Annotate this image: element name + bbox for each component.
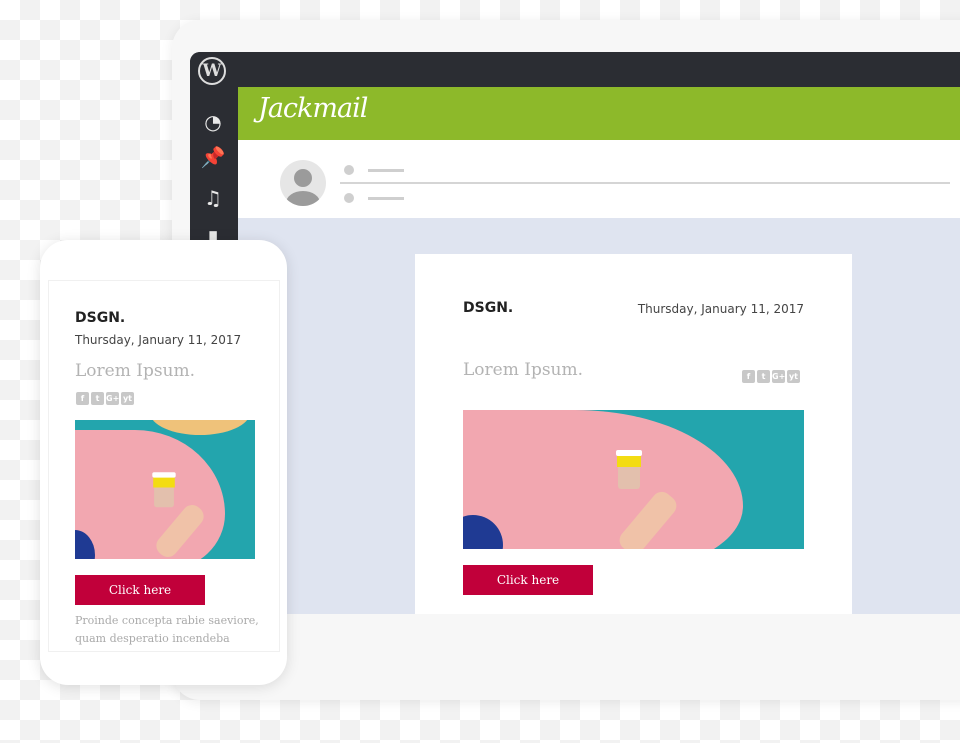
jackmail-header: Jackmail xyxy=(238,87,960,140)
wordpress-logo-icon[interactable]: W xyxy=(198,57,226,85)
desktop-email-preview: DSGN. Thursday, January 11, 2017 Lorem I… xyxy=(415,254,852,614)
mobile-email-content: DSGN. Thursday, January 11, 2017 Lorem I… xyxy=(48,280,280,652)
avatar xyxy=(280,160,326,206)
email-date: Thursday, January 11, 2017 xyxy=(637,302,804,316)
email-date: Thursday, January 11, 2017 xyxy=(75,333,242,347)
profile-bar xyxy=(238,140,960,218)
placeholder-line xyxy=(368,197,404,200)
mobile-email-preview: DSGN. Thursday, January 11, 2017 Lorem I… xyxy=(40,240,287,685)
divider xyxy=(340,182,950,184)
click-here-button[interactable]: Click here xyxy=(463,565,593,595)
placeholder-line xyxy=(368,169,404,172)
social-icons: f t G+ yt xyxy=(742,364,802,383)
facebook-icon[interactable]: f xyxy=(76,392,89,405)
social-icons: f t G+ yt xyxy=(76,386,136,405)
youtube-icon[interactable]: yt xyxy=(787,370,800,383)
twitter-icon[interactable]: t xyxy=(91,392,104,405)
media-icon[interactable]: ♫ xyxy=(200,185,226,211)
dot-icon xyxy=(344,165,354,175)
email-headline: Lorem Ipsum. xyxy=(75,361,196,381)
google-plus-icon[interactable]: G+ xyxy=(772,370,785,383)
email-hero-image xyxy=(463,410,804,549)
brand-name: DSGN. xyxy=(463,300,514,316)
facebook-icon[interactable]: f xyxy=(742,370,755,383)
email-headline: Lorem Ipsum. xyxy=(463,360,584,380)
twitter-icon[interactable]: t xyxy=(757,370,770,383)
email-body-text: Proinde concepta rabie saeviore, quam de… xyxy=(75,614,259,645)
dashboard-icon[interactable]: ◔ xyxy=(200,109,226,135)
email-hero-image xyxy=(75,420,255,559)
pin-icon[interactable]: 📌 xyxy=(200,144,226,170)
google-plus-icon[interactable]: G+ xyxy=(106,392,119,405)
dot-icon xyxy=(344,193,354,203)
click-here-button[interactable]: Click here xyxy=(75,575,205,605)
brand-name: DSGN. xyxy=(75,310,126,326)
jackmail-logo: Jackmail xyxy=(258,93,368,124)
youtube-icon[interactable]: yt xyxy=(121,392,134,405)
